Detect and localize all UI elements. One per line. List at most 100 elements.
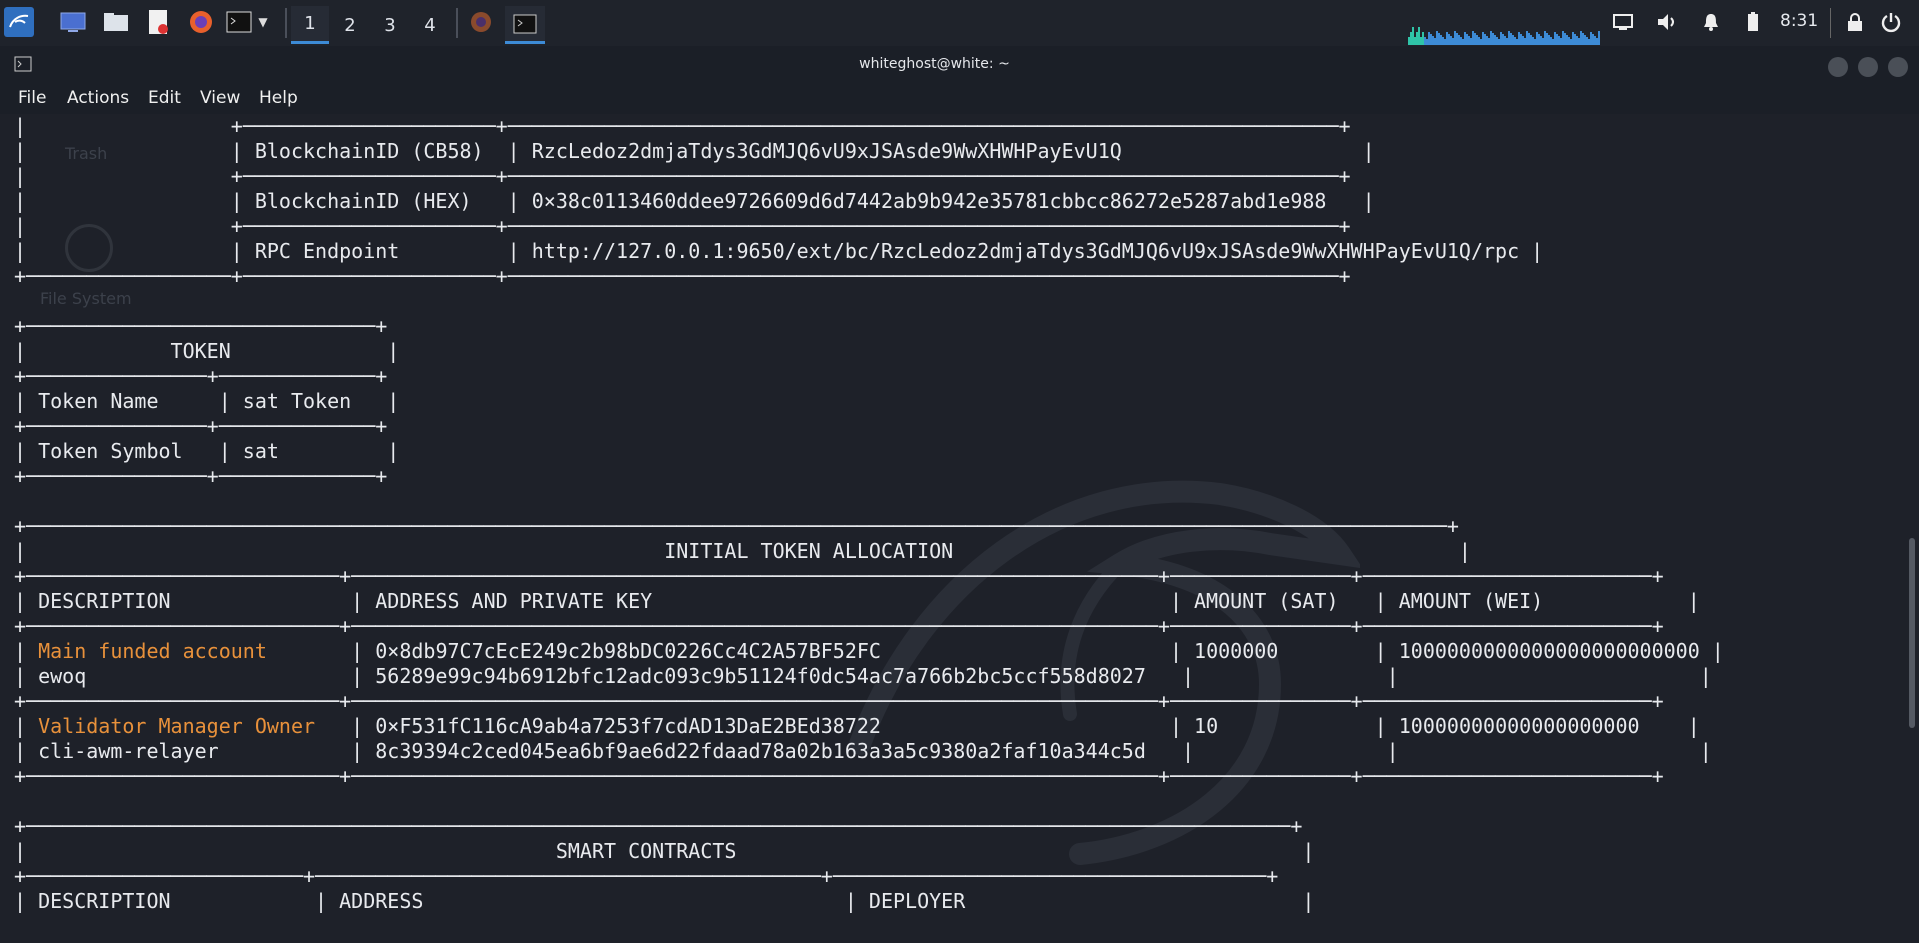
cpu-graph-bar [1586, 37, 1588, 45]
cpu-graph-bar [1488, 38, 1490, 45]
terminal-line: | +─────────────────────+───────────────… [14, 164, 1351, 188]
terminal-line: | INITIAL TOKEN ALLOCATION | [14, 539, 1471, 563]
terminal-line: +───────────────+─────────────+ [14, 464, 388, 488]
cpu-graph-bar [1432, 36, 1434, 45]
cpu-graph-bar [1476, 35, 1478, 45]
terminal-line: +───────────────────────────────────────… [14, 514, 1459, 538]
cpu-graph-bar [1566, 35, 1568, 45]
cpu-graph-bar [1572, 32, 1574, 45]
terminal-line: +─────────────────+─────────────────────… [14, 264, 1351, 288]
cpu-graph-bar [1554, 32, 1556, 45]
menu-actions[interactable]: Actions [67, 88, 129, 108]
cpu-graph-bar [1514, 37, 1516, 45]
cpu-graph-bar [1516, 39, 1518, 45]
clock[interactable]: 8:31 [1780, 11, 1818, 31]
terminal-line: | | BlockchainID (HEX) | 0×38c0113460dde… [14, 189, 1375, 213]
terminal-line: | Validator Manager Owner | 0×F531fC116c… [14, 714, 1700, 738]
terminal-line: | cli-awm-relayer | 8c39394c2ced045ea6bf… [14, 739, 1712, 763]
text-editor-icon[interactable] [143, 7, 173, 37]
cpu-graph-bar [1498, 39, 1500, 45]
cpu-graph-bar [1512, 35, 1514, 45]
cpu-graph-bar [1584, 35, 1586, 45]
cpu-graph-bar [1486, 36, 1488, 45]
minimize-button[interactable] [1828, 57, 1848, 77]
battery-icon[interactable] [1742, 11, 1764, 33]
terminal-line: +───────────────────────+───────────────… [14, 864, 1279, 888]
terminal-line: | ewoq | 56289e99c94b6912bfc12adc093c9b5… [14, 664, 1712, 688]
cpu-graph-bar [1540, 36, 1542, 45]
menu-file[interactable]: File [18, 88, 46, 108]
terminal-icon[interactable] [224, 7, 254, 37]
terminal-line: +──────────────────────────+────────────… [14, 689, 1664, 713]
terminal-line: +──────────────────────────+────────────… [14, 564, 1664, 588]
lock-icon[interactable] [1844, 11, 1866, 33]
terminal-task-icon[interactable] [505, 6, 545, 44]
volume-icon[interactable] [1656, 11, 1678, 33]
cpu-graph-bar [1594, 36, 1596, 45]
cpu-graph-bar [1588, 39, 1590, 45]
cpu-graph-bar [1580, 31, 1582, 45]
cpu-graph-bar [1430, 34, 1432, 45]
cpu-graph-bar [1466, 34, 1468, 45]
cpu-graph-bar [1484, 34, 1486, 45]
network-icon[interactable] [1612, 11, 1634, 33]
desktop-icon[interactable] [58, 7, 88, 37]
power-icon[interactable] [1880, 11, 1902, 33]
cpu-graph-bar [1526, 31, 1528, 45]
cpu-graph-bar [1444, 39, 1446, 45]
workspace-4[interactable]: 4 [411, 6, 449, 44]
cpu-graph-bar [1522, 36, 1524, 45]
cpu-graph-bar [1570, 39, 1572, 45]
maximize-button[interactable] [1858, 57, 1878, 77]
cpu-graph-bar [1536, 32, 1538, 45]
cpu-graph-bar [1582, 33, 1584, 45]
cpu-graph-bar [1492, 33, 1494, 45]
cpu-graph-bar [1464, 32, 1466, 45]
notification-bell-icon[interactable] [1700, 11, 1722, 33]
cpu-graph-bar [1450, 36, 1452, 45]
window-titlebar[interactable]: whiteghost@white: ~ [0, 46, 1919, 84]
workspace-2[interactable]: 2 [331, 6, 369, 44]
cpu-graph-bar [1546, 33, 1548, 45]
menu-view[interactable]: View [200, 88, 240, 108]
workspace-3[interactable]: 3 [371, 6, 409, 44]
menu-edit[interactable]: Edit [148, 88, 181, 108]
terminal-line: +───────────────────────────────────────… [14, 814, 1303, 838]
cpu-graph-bar [1564, 33, 1566, 45]
firefox-icon[interactable] [186, 7, 216, 37]
cpu-graph-bar [1502, 34, 1504, 45]
workspace-1[interactable]: 1 [291, 6, 329, 44]
terminal-line: | Token Symbol | sat | [14, 439, 400, 463]
menu-help[interactable]: Help [259, 88, 298, 108]
cpu-graph-bar [1562, 31, 1564, 45]
terminal-output[interactable]: Trash File System | +───────────────────… [0, 114, 1919, 943]
close-button[interactable] [1888, 57, 1908, 77]
chevron-down-icon[interactable]: ▼ [254, 7, 272, 37]
cpu-graph-bar [1552, 39, 1554, 45]
kali-menu-icon[interactable] [4, 7, 34, 37]
cpu-graph-bar [1530, 35, 1532, 45]
cpu-graph-bar [1598, 31, 1600, 45]
cpu-graph-bar [1468, 36, 1470, 45]
cpu-graph-bar [1542, 38, 1544, 45]
cpu-graph-bar [1528, 33, 1530, 45]
cpu-graph-bar [1436, 31, 1438, 45]
cpu-graph-bar [1534, 39, 1536, 45]
terminal-line: +───────────────+─────────────+ [14, 414, 388, 438]
file-manager-icon[interactable] [101, 7, 131, 37]
cpu-graph-bar [1500, 32, 1502, 45]
cpu-graph-bar [1470, 38, 1472, 45]
cpu-graph-bar [1544, 31, 1546, 45]
cpu-graph-bar [1496, 37, 1498, 45]
terminal-scrollbar[interactable] [1909, 538, 1915, 728]
terminal-line: | +─────────────────────+───────────────… [14, 114, 1351, 138]
firefox-task-icon[interactable] [466, 7, 496, 37]
cpu-graph-bar [1452, 38, 1454, 45]
cpu-graph-bar [1422, 32, 1424, 45]
cpu-graph-bar [1558, 36, 1560, 45]
cpu-graph-bar [1506, 38, 1508, 45]
cpu-graph-bar [1458, 35, 1460, 45]
cpu-graph-bar [1576, 36, 1578, 45]
cpu-graph-bar [1520, 34, 1522, 45]
cpu-graph-bar [1472, 31, 1474, 45]
